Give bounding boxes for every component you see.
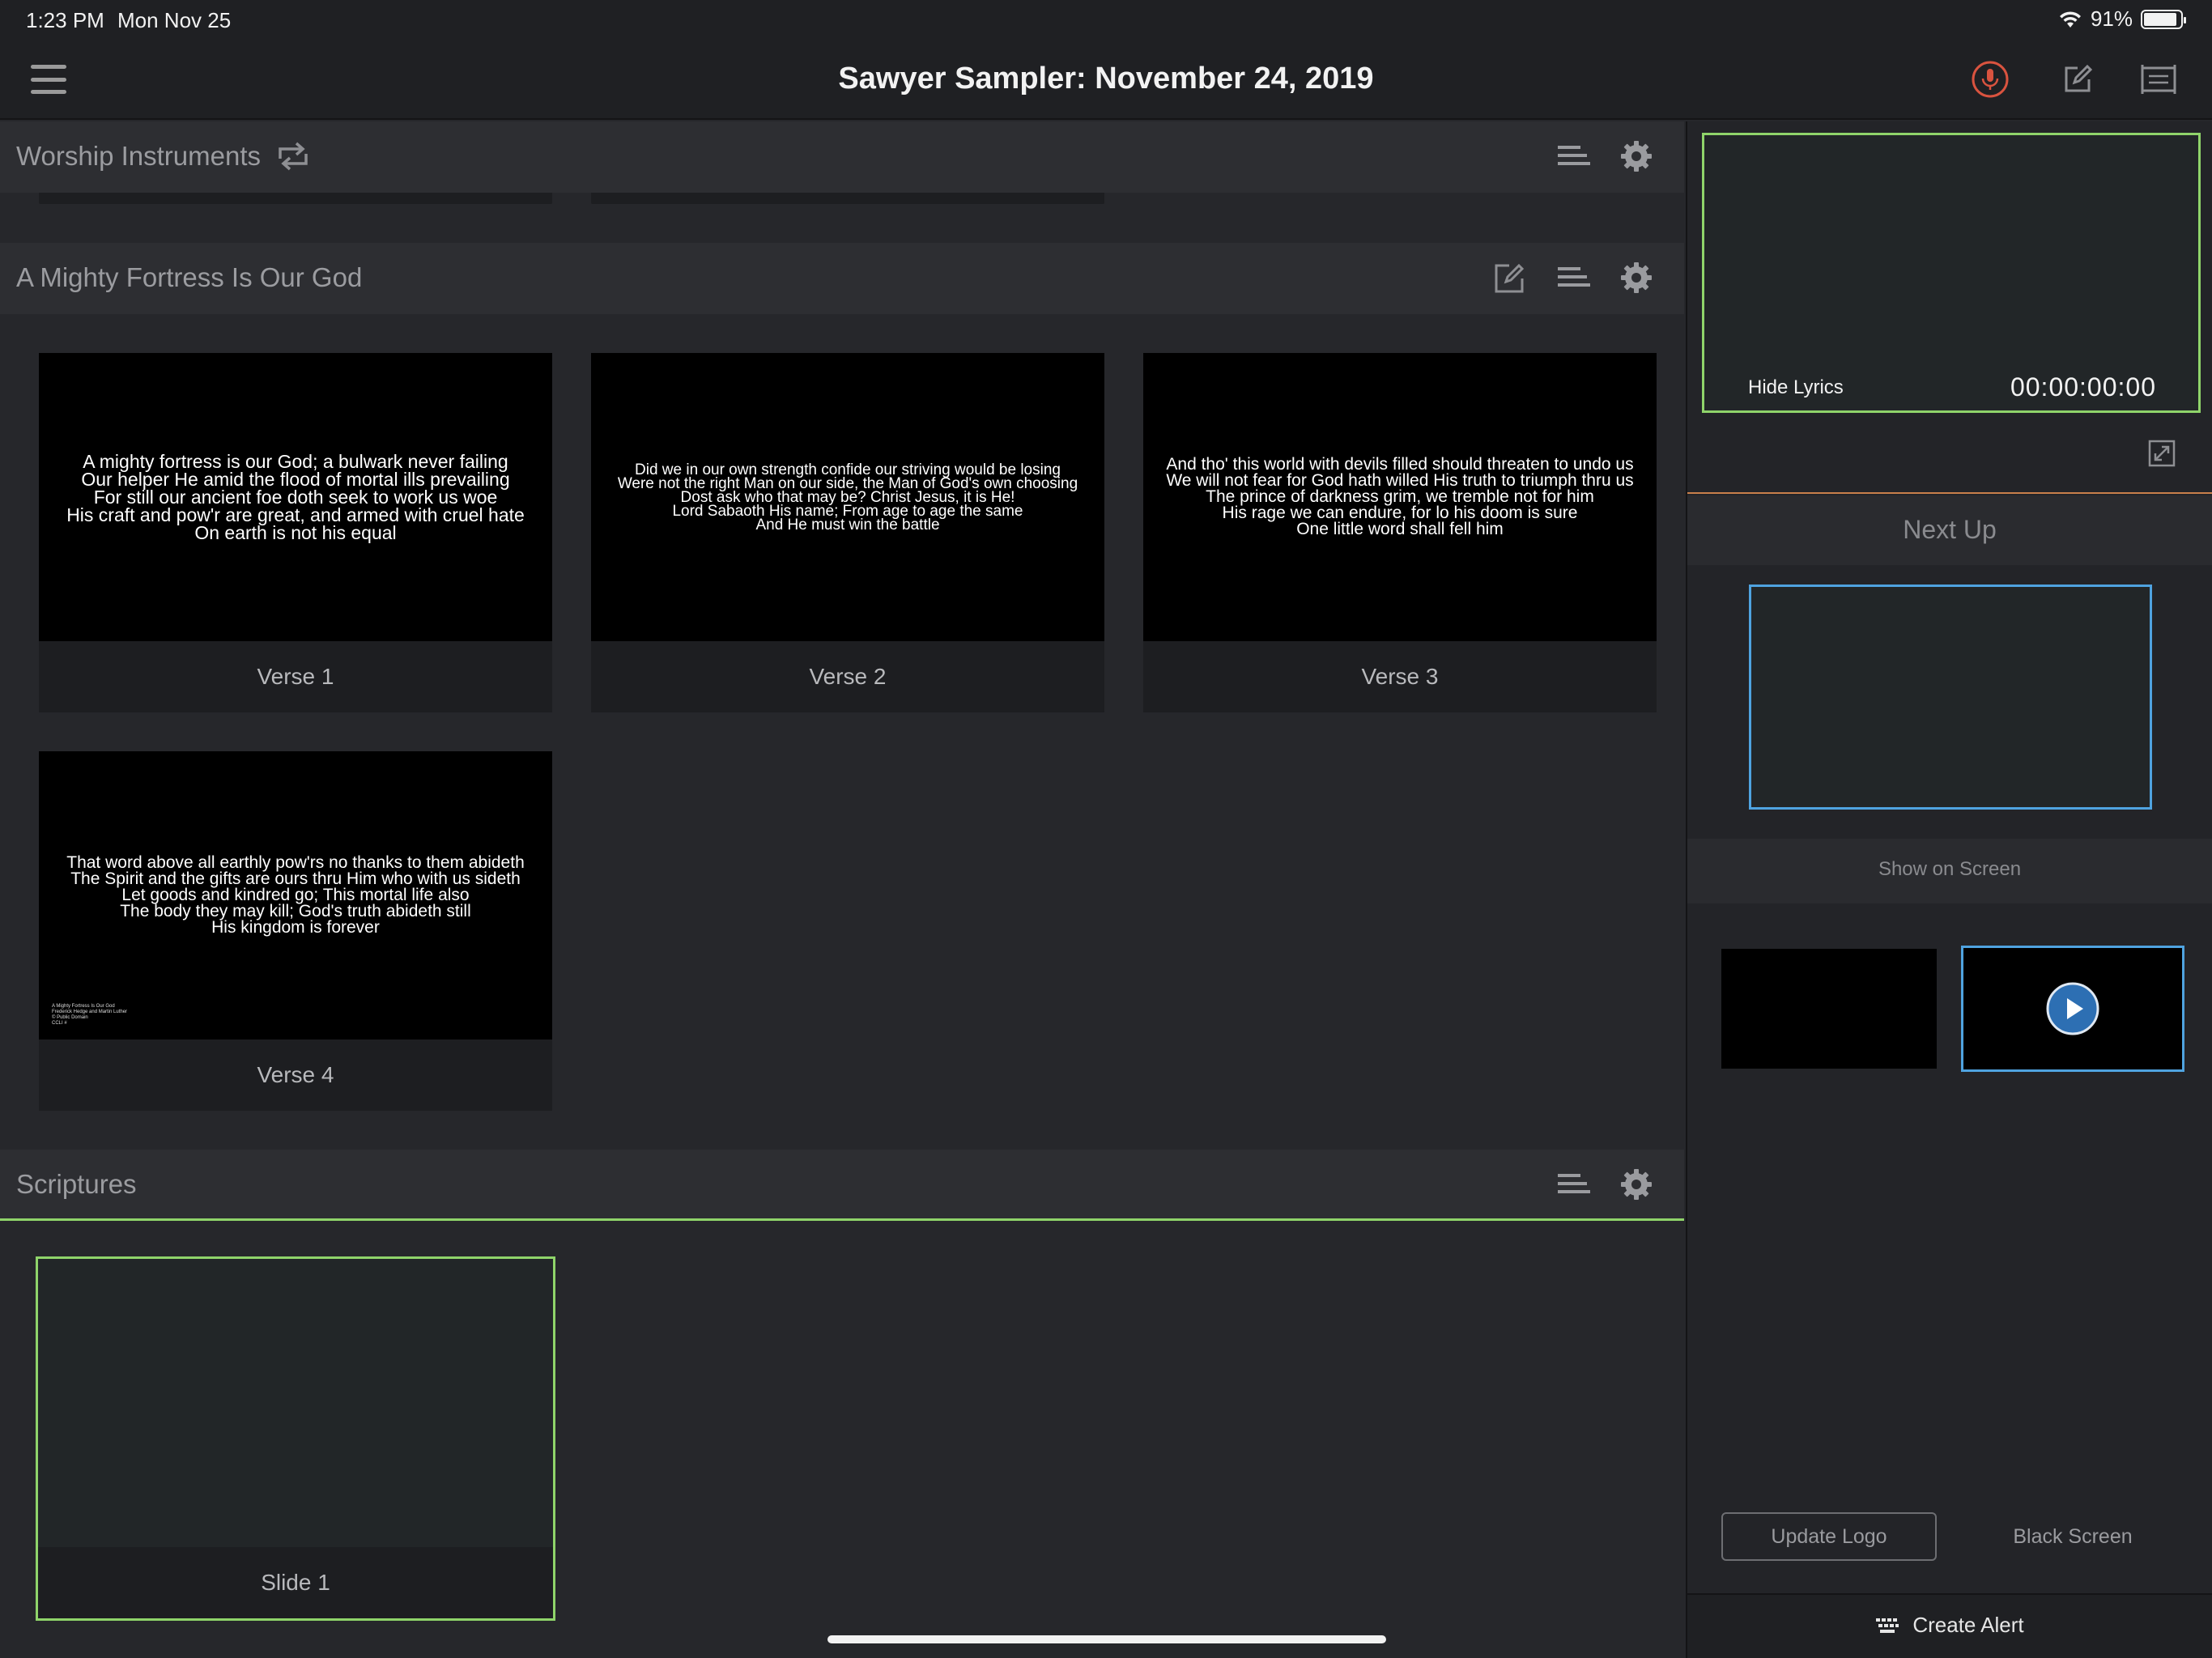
slide-card-verse-4[interactable]: That word above all earthly pow'rs no th…	[39, 751, 552, 1111]
gear-icon[interactable]	[1618, 1166, 1655, 1203]
slide-label: Verse 2	[809, 664, 887, 689]
slide-preview: That word above all earthly pow'rs no th…	[39, 751, 552, 1039]
sync-icon[interactable]	[274, 139, 313, 173]
slide-card-verse-3[interactable]: And tho' this world with devils filled s…	[1143, 353, 1657, 712]
home-indicator[interactable]	[827, 1635, 1386, 1643]
section-title: Worship Instruments	[16, 141, 261, 171]
battery-percent: 91%	[2090, 6, 2133, 31]
show-on-screen-title: Show on Screen	[1878, 858, 2022, 880]
gear-icon[interactable]	[1618, 259, 1655, 296]
slide-card-verse-1[interactable]: A mighty fortress is our God; a bulwark …	[39, 353, 552, 712]
keyboard-icon	[1876, 1618, 1899, 1633]
output-panel: Hide Lyrics 00:00:00:00 Next Up Show on …	[1686, 121, 2212, 1658]
divider	[1687, 492, 2212, 494]
expand-icon[interactable]	[2147, 439, 2176, 468]
slide-preview: Did we in our own strength confide our s…	[591, 353, 1104, 641]
section-header-a-mighty-fortress[interactable]: A Mighty Fortress Is Our God	[0, 243, 1684, 314]
slide-label: Slide 1	[261, 1570, 330, 1595]
status-right: 91%	[2058, 6, 2186, 32]
slide-label: Verse 3	[1361, 664, 1439, 689]
battery-icon	[2141, 9, 2186, 29]
screen-icon[interactable]	[2138, 58, 2180, 100]
list-icon[interactable]	[1555, 1166, 1592, 1203]
next-up-header: Next Up	[1687, 495, 2212, 565]
slide-preview: A mighty fortress is our God; a bulwark …	[39, 353, 552, 641]
live-output-preview[interactable]: Hide Lyrics 00:00:00:00	[1702, 133, 2201, 413]
playlist-area: Worship Instruments A Mighty Fortress Is…	[0, 121, 1684, 1658]
slide-card-scripture-1[interactable]: Slide 1	[36, 1256, 555, 1621]
slide-preview	[38, 1259, 553, 1547]
media-thumbnail[interactable]	[1721, 949, 1937, 1069]
slide-credits: A Mighty Fortress Is Our God Frederick H…	[52, 1004, 128, 1026]
show-on-screen-header: Show on Screen	[1687, 839, 2212, 903]
slide-lyrics: A mighty fortress is our God; a bulwark …	[66, 451, 525, 543]
edit-icon[interactable]	[2057, 58, 2099, 100]
slide-card-stub[interactable]	[39, 193, 552, 204]
list-icon[interactable]	[1555, 259, 1592, 296]
nav-bar: Sawyer Sampler: November 24, 2019	[0, 39, 2212, 120]
list-icon[interactable]	[1555, 138, 1592, 175]
section-header-scriptures[interactable]: Scriptures	[0, 1150, 1684, 1221]
status-bar: 1:23 PM Mon Nov 25 91%	[0, 0, 2212, 39]
next-up-preview[interactable]	[1749, 585, 2152, 810]
status-time: 1:23 PM	[26, 8, 104, 32]
slide-lyrics: Did we in our own strength confide our s…	[617, 461, 1078, 534]
next-up-title: Next Up	[1903, 515, 1997, 544]
gear-icon[interactable]	[1618, 138, 1655, 175]
create-alert-button[interactable]: Create Alert	[1687, 1593, 2212, 1658]
slide-label: Verse 1	[257, 664, 334, 689]
wifi-icon	[2059, 11, 2081, 28]
black-screen-button[interactable]: Black Screen	[1961, 1512, 2184, 1561]
edit-icon[interactable]	[1491, 259, 1529, 296]
create-alert-label: Create Alert	[1912, 1613, 2024, 1637]
slide-card-stub[interactable]	[591, 193, 1104, 204]
update-logo-button[interactable]: Update Logo	[1721, 1512, 1937, 1561]
slide-preview: And tho' this world with devils filled s…	[1143, 353, 1657, 641]
hide-lyrics-button[interactable]: Hide Lyrics	[1748, 376, 1844, 399]
video-thumbnail[interactable]	[1961, 946, 2184, 1072]
slide-lyrics: That word above all earthly pow'rs no th…	[66, 853, 525, 937]
play-icon[interactable]	[2046, 982, 2099, 1035]
slide-label: Verse 4	[257, 1062, 334, 1087]
page-title: Sawyer Sampler: November 24, 2019	[838, 62, 1374, 96]
slide-lyrics: And tho' this world with devils filled s…	[1166, 455, 1634, 538]
section-title: Scriptures	[16, 1169, 137, 1199]
microphone-icon[interactable]	[1969, 58, 2011, 100]
timer: 00:00:00:00	[2010, 372, 2156, 402]
section-header-worship-instruments[interactable]: Worship Instruments	[0, 121, 1684, 193]
status-date: Mon Nov 25	[117, 8, 232, 32]
section-title: A Mighty Fortress Is Our God	[16, 262, 363, 292]
slide-card-verse-2[interactable]: Did we in our own strength confide our s…	[591, 353, 1104, 712]
